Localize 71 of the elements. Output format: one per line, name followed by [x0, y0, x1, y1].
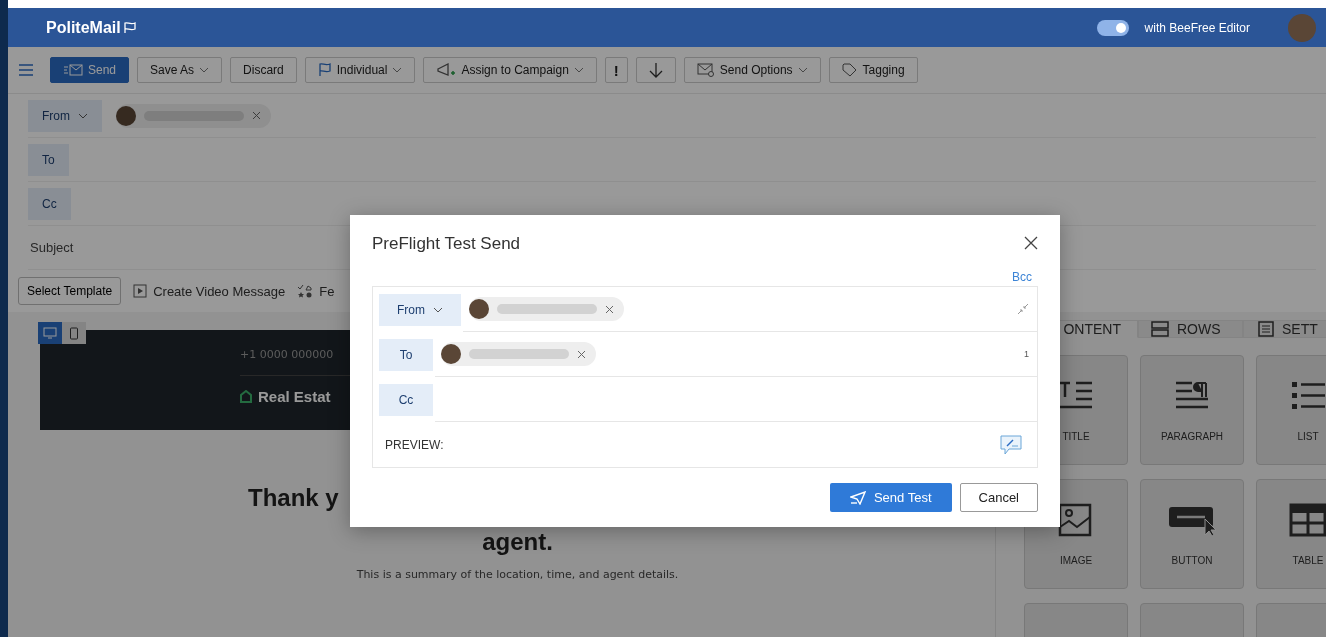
down-arrow-icon [648, 62, 663, 78]
table-block-tile[interactable]: TABLE [1256, 479, 1326, 589]
play-icon [133, 284, 148, 298]
remove-icon[interactable] [577, 349, 586, 359]
send-options-button[interactable]: Send Options [683, 57, 821, 83]
campaign-button[interactable]: Assign to Campaign [423, 57, 597, 83]
rows-tab[interactable]: ROWS [1138, 320, 1243, 338]
bcc-link[interactable]: Bcc [1012, 270, 1032, 286]
tagging-button[interactable]: Tagging [828, 57, 918, 83]
monitor-icon [43, 327, 57, 339]
button-block-tile[interactable]: BUTTON [1140, 479, 1244, 589]
email-summary: This is a summary of the location, time, and agent details. [356, 568, 679, 581]
send-test-button[interactable]: Send Test [829, 483, 952, 512]
desktop-view-button[interactable] [38, 322, 62, 344]
app-logo: PoliteMail [46, 18, 121, 37]
recipient-field-label[interactable]: From [379, 293, 461, 326]
collapse-icon[interactable] [1017, 303, 1029, 315]
avatar [469, 299, 489, 319]
settings-icon [1258, 321, 1274, 337]
flag-icon [317, 63, 332, 77]
recipient-chip[interactable] [469, 297, 624, 321]
individual-button[interactable]: Individual [304, 57, 416, 83]
flag-icon [122, 21, 137, 34]
tag-icon [841, 63, 858, 77]
edit-comment-icon[interactable] [999, 433, 1023, 456]
email-headline: agent. [482, 528, 553, 556]
avatar [441, 344, 461, 364]
recipient-chip[interactable] [441, 342, 596, 366]
menu-icon[interactable] [18, 63, 34, 77]
envelope-icon [696, 63, 715, 77]
create-video-button[interactable]: Create Video Message [133, 283, 286, 299]
recipient-field-label[interactable]: To [28, 143, 69, 176]
paper-plane-icon [849, 490, 866, 505]
select-template-button[interactable]: Select Template [18, 277, 122, 305]
chevron-down-icon [392, 67, 403, 73]
send-mail-icon [63, 64, 83, 76]
close-icon[interactable] [1024, 235, 1038, 250]
cancel-button[interactable]: Cancel [959, 483, 1038, 512]
phone-icon [69, 326, 79, 340]
chevron-down-icon [78, 112, 88, 119]
recipient-field-label[interactable]: Cc [379, 383, 433, 416]
recipient-field-label[interactable]: From [28, 99, 102, 132]
low-priority-button[interactable] [635, 57, 676, 83]
chevron-down-icon [199, 67, 210, 73]
settings-tab[interactable]: SETT [1243, 320, 1326, 338]
discard-button[interactable]: Discard [230, 57, 297, 83]
email-headline: Thank y [248, 484, 339, 512]
recipient-field-label[interactable]: To [379, 338, 433, 371]
avatar [116, 105, 136, 126]
table-icon [1288, 502, 1326, 537]
send-button[interactable]: Send [50, 57, 130, 83]
feedback-icon [297, 284, 314, 298]
save-as-button[interactable]: Save As [137, 57, 223, 83]
chevron-down-icon [433, 306, 443, 313]
toggle-label: with BeeFree Editor [1144, 20, 1250, 35]
editor-toggle[interactable] [1096, 19, 1129, 36]
chevron-down-icon [797, 67, 808, 73]
recipient-chip[interactable] [116, 103, 271, 128]
importance-button[interactable]: ! [604, 57, 628, 83]
preview-label: PREVIEW: [385, 437, 444, 452]
feedback-button[interactable]: Fe [297, 283, 335, 299]
remove-icon[interactable] [252, 111, 261, 120]
megaphone-icon [436, 63, 457, 77]
list-block-tile[interactable]: LIST [1256, 355, 1326, 465]
paragraph-block-tile[interactable]: PARAGRAPH [1140, 355, 1244, 465]
rows-icon [1151, 321, 1169, 337]
brand-name: Real Estat [258, 388, 331, 405]
recipient-field-label[interactable]: Cc [28, 187, 71, 220]
chevron-down-icon [573, 67, 584, 73]
house-icon [240, 390, 252, 403]
remove-icon[interactable] [605, 304, 614, 314]
